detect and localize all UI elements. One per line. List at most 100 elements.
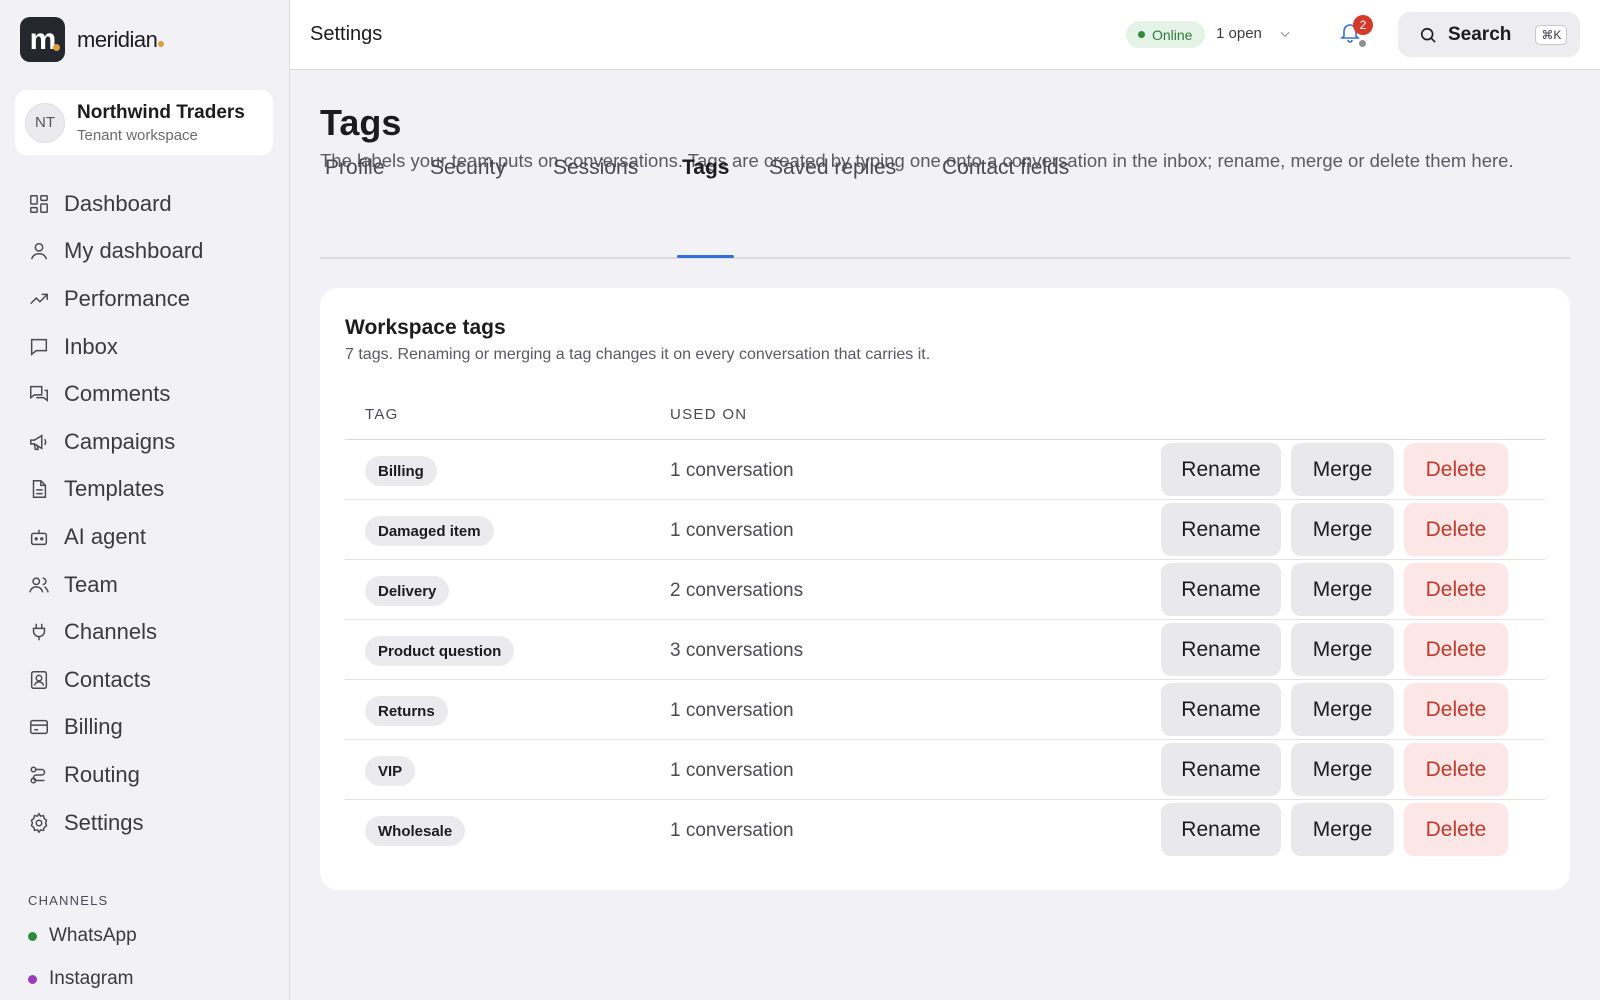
user-icon (30, 243, 48, 260)
status-label: Online (1152, 26, 1193, 43)
sidebar-item-templates[interactable]: Templates (0, 466, 290, 514)
tag-chip: Returns (365, 696, 448, 726)
rename-button[interactable]: Rename (1161, 803, 1281, 856)
rename-button[interactable]: Rename (1161, 743, 1281, 796)
delete-button[interactable]: Delete (1404, 623, 1508, 676)
sidebar-item-label: Inbox (64, 333, 118, 359)
merge-button[interactable]: Merge (1291, 623, 1394, 676)
sidebar-item-label: Performance (64, 285, 190, 311)
sidebar-item-label: Team (64, 571, 118, 597)
gear-icon (30, 812, 48, 833)
sidebar-nav: Dashboard My dashboard Performance Inbox… (0, 180, 290, 846)
contact-card-icon (30, 670, 48, 689)
rename-button[interactable]: Rename (1161, 563, 1281, 616)
channel-label: Instagram (49, 968, 134, 989)
brand-logo-dot (53, 44, 60, 51)
tabs-divider (320, 257, 1570, 259)
brand-logo-letter: m (29, 22, 57, 56)
tenant-name: Northwind Traders (77, 101, 245, 123)
rename-button[interactable]: Rename (1161, 683, 1281, 736)
delete-button[interactable]: Delete (1404, 803, 1508, 856)
rename-button[interactable]: Rename (1161, 623, 1281, 676)
tab-sessions[interactable]: Sessions (553, 156, 638, 198)
sidebar-item-label: Settings (64, 809, 144, 835)
card-subtitle: 7 tags. Renaming or merging a tag change… (345, 346, 931, 363)
sidebar-item-contacts[interactable]: Contacts (0, 656, 290, 704)
sidebar-item-settings[interactable]: Settings (0, 799, 290, 847)
merge-button[interactable]: Merge (1291, 443, 1394, 496)
plug-icon (32, 623, 46, 641)
tab-contact-fields[interactable]: Contact fields (942, 156, 1069, 198)
tenant-switcher[interactable]: NT Northwind Traders Tenant workspace (15, 90, 273, 155)
used-on-count: 1 conversation (670, 520, 794, 541)
sidebar-item-channels[interactable]: Channels (0, 608, 290, 656)
sidebar-item-billing[interactable]: Billing (0, 704, 290, 752)
channel-item-whatsapp[interactable]: WhatsApp (28, 925, 137, 947)
sidebar-item-ai-agent[interactable]: AI agent (0, 513, 290, 561)
status-badge[interactable]: Online (1126, 21, 1206, 48)
sidebar-item-my-dashboard[interactable]: My dashboard (0, 228, 290, 276)
delete-button[interactable]: Delete (1404, 443, 1508, 496)
active-tab-indicator (677, 255, 734, 258)
tenant-subtitle: Tenant workspace (77, 126, 198, 144)
tag-chip: Billing (365, 456, 437, 486)
tab-security[interactable]: Security (430, 156, 506, 198)
notifications-button[interactable]: 2 (1338, 15, 1373, 50)
merge-button[interactable]: Merge (1291, 803, 1394, 856)
sidebar-item-campaigns[interactable]: Campaigns (0, 418, 290, 466)
chat-icon (30, 338, 48, 356)
brand-name: meridian (77, 27, 165, 53)
search-button[interactable]: Search ⌘K (1398, 12, 1580, 57)
tag-chip: Product question (365, 636, 515, 666)
sidebar-item-dashboard[interactable]: Dashboard (0, 180, 290, 228)
used-on-count: 1 conversation (670, 760, 794, 781)
used-on-count: 1 conversation (670, 820, 794, 841)
search-shortcut: ⌘K (1535, 24, 1568, 45)
routing-icon (30, 766, 46, 784)
tab-profile[interactable]: Profile (325, 156, 385, 198)
tab-tags[interactable]: Tags (682, 156, 729, 198)
merge-button[interactable]: Merge (1291, 563, 1394, 616)
trend-icon (30, 293, 48, 305)
table-row: Delivery 2 conversations Rename Merge De… (345, 560, 1545, 620)
tenant-avatar: NT (25, 102, 65, 143)
table-header: TAG USED ON (345, 388, 1545, 440)
open-conversations-select[interactable]: 1 open (1216, 25, 1292, 42)
used-on-count: 1 conversation (670, 460, 794, 481)
merge-button[interactable]: Merge (1291, 743, 1394, 796)
brand[interactable]: m meridian (20, 17, 165, 62)
tag-chip: Wholesale (365, 816, 466, 846)
sidebar-item-label: Routing (64, 761, 140, 787)
open-count: 1 open (1216, 25, 1262, 42)
used-on-count: 2 conversations (670, 580, 804, 601)
channel-label: WhatsApp (49, 925, 137, 946)
sidebar-item-inbox[interactable]: Inbox (0, 323, 290, 371)
sidebar-item-performance[interactable]: Performance (0, 275, 290, 323)
column-header-used-on: USED ON (670, 406, 748, 423)
sidebar-item-comments[interactable]: Comments (0, 370, 290, 418)
channel-item-instagram[interactable]: Instagram (28, 968, 133, 990)
delete-button[interactable]: Delete (1404, 563, 1508, 616)
table-row: Product question 3 conversations Rename … (345, 620, 1545, 680)
delete-button[interactable]: Delete (1404, 503, 1508, 556)
table-row: Damaged item 1 conversation Rename Merge… (345, 500, 1545, 560)
delete-button[interactable]: Delete (1404, 743, 1508, 796)
sidebar: m meridian NT Northwind Traders Tenant w… (0, 0, 290, 1000)
settings-tabs: Profile Security Sessions Tags Saved rep… (320, 70, 1570, 259)
megaphone-icon (30, 434, 47, 450)
sidebar-item-routing[interactable]: Routing (0, 751, 290, 799)
sidebar-item-label: Dashboard (64, 190, 172, 216)
sidebar-item-label: My dashboard (64, 238, 204, 264)
tab-saved-replies[interactable]: Saved replies (769, 156, 896, 198)
table-row: VIP 1 conversation Rename Merge Delete (345, 740, 1545, 800)
sidebar-item-team[interactable]: Team (0, 561, 290, 609)
delete-button[interactable]: Delete (1404, 683, 1508, 736)
topbar: Settings Online 1 open 2 Search ⌘K (290, 0, 1600, 70)
rename-button[interactable]: Rename (1161, 503, 1281, 556)
rename-button[interactable]: Rename (1161, 443, 1281, 496)
table-row: Billing 1 conversation Rename Merge Dele… (345, 440, 1545, 500)
tag-chip: Damaged item (365, 516, 494, 546)
merge-button[interactable]: Merge (1291, 683, 1394, 736)
online-dot (1138, 31, 1145, 38)
merge-button[interactable]: Merge (1291, 503, 1394, 556)
